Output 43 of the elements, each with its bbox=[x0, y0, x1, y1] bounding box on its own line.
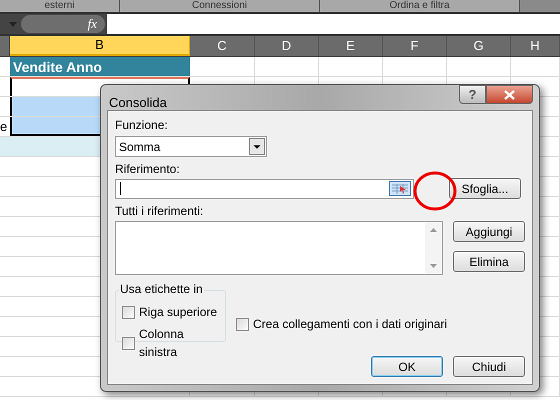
column-header[interactable]: F bbox=[383, 36, 447, 56]
group-label: Usa etichette in bbox=[119, 282, 204, 296]
dialog-button[interactable]: Chiudi bbox=[453, 356, 525, 377]
insert-function-button[interactable]: fx bbox=[88, 14, 97, 34]
help-button[interactable]: ? bbox=[459, 85, 486, 104]
column-header[interactable]: B bbox=[10, 36, 190, 56]
table-header-cell: Vendite Anno bbox=[10, 57, 190, 76]
delete-button[interactable]: Elimina bbox=[453, 251, 525, 272]
scroll-up-icon[interactable] bbox=[430, 228, 438, 232]
column-header[interactable]: E bbox=[319, 36, 383, 56]
dropdown-arrow-icon[interactable] bbox=[9, 22, 17, 26]
column-header[interactable]: C bbox=[190, 36, 255, 56]
checkbox[interactable] bbox=[236, 318, 249, 330]
function-label: Funzione: bbox=[115, 118, 169, 132]
ribbon-group-label: esterni bbox=[0, 0, 120, 12]
scrollbar[interactable] bbox=[425, 222, 442, 274]
formula-input[interactable] bbox=[107, 14, 560, 34]
checkbox-label: Riga superiore bbox=[139, 304, 218, 321]
close-button[interactable] bbox=[486, 85, 533, 104]
dialog-button[interactable]: OK bbox=[371, 356, 443, 377]
scroll-down-icon[interactable] bbox=[430, 264, 438, 268]
ribbon-group-label: Ordina e filtra bbox=[320, 0, 520, 12]
close-icon bbox=[504, 90, 515, 100]
checkbox[interactable] bbox=[122, 306, 135, 318]
column-header[interactable]: G bbox=[447, 36, 511, 56]
column-header[interactable]: D bbox=[255, 36, 319, 56]
checkbox-label: Colonna sinistra bbox=[139, 326, 185, 361]
table-cell-text: e bbox=[0, 118, 8, 136]
column-header[interactable]: H bbox=[511, 36, 560, 56]
ribbon-group-label: Connessioni bbox=[120, 0, 320, 12]
highlight-circle bbox=[413, 171, 457, 211]
checkbox-label: Crea collegamenti con i dati originari bbox=[253, 316, 448, 333]
function-dropdown[interactable]: Somma bbox=[115, 136, 267, 157]
dialog-title: Consolida bbox=[109, 94, 167, 112]
all-references-label: Tutti i riferimenti: bbox=[115, 204, 204, 218]
checkbox[interactable] bbox=[122, 336, 135, 350]
references-list[interactable] bbox=[115, 221, 444, 275]
reference-input[interactable] bbox=[115, 178, 414, 198]
collapse-dialog-icon[interactable] bbox=[389, 181, 411, 196]
reference-label: Riferimento: bbox=[115, 162, 181, 176]
add-button[interactable]: Aggiungi bbox=[453, 221, 525, 242]
browse-button[interactable]: Sfoglia... bbox=[449, 178, 521, 199]
text-cursor bbox=[120, 182, 121, 195]
